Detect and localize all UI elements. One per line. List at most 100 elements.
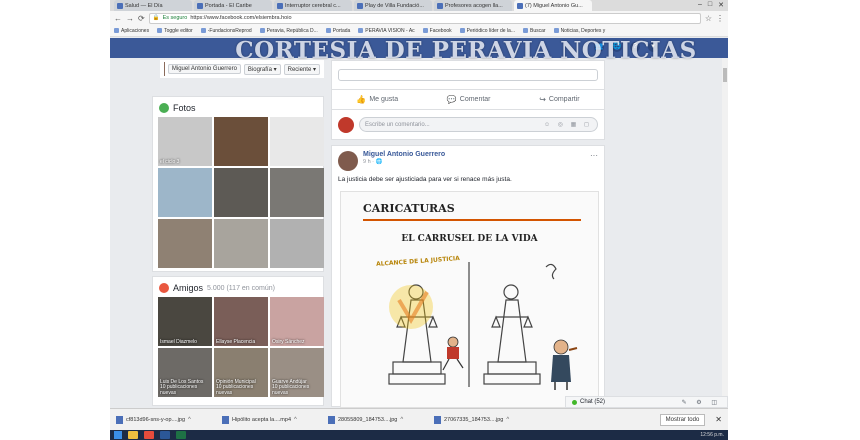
page-scrollbar[interactable] — [722, 58, 728, 408]
file-explorer-icon[interactable] — [128, 431, 138, 439]
browser-tab-active[interactable]: (7) Miguel Antonio Gu... — [514, 0, 592, 11]
facebook-icon — [422, 28, 428, 33]
window-controls: – □ ✕ — [698, 1, 724, 9]
more-options-icon[interactable]: ··· — [590, 151, 598, 160]
bookmark-item[interactable]: Peravia, República D... — [259, 28, 318, 34]
chat-label: Chat (52) — [572, 399, 605, 405]
friend-tile[interactable]: Luis De Los Santos 10 publicaciones nueva… — [158, 348, 212, 397]
bookmark-icon — [259, 28, 265, 33]
post-timestamp[interactable]: 9 h · 🌐 — [363, 159, 445, 165]
facebook-favicon-icon — [517, 2, 523, 9]
back-icon[interactable]: ← — [114, 14, 122, 23]
friends-grid: Ismael Diazmelo Ellayse Placencia Osiry … — [153, 297, 324, 397]
chevron-up-icon[interactable]: ^ — [400, 417, 403, 423]
like-button[interactable]: 👍 Me gusta — [356, 95, 398, 104]
photo-thumbnail[interactable] — [270, 117, 324, 166]
photo-thumbnail[interactable] — [214, 117, 268, 166]
friend-tile[interactable]: Opinión Municipal 10 publicaciones nuevas — [214, 348, 268, 397]
menu-icon[interactable]: ⋮ — [716, 14, 724, 23]
comment-button[interactable]: 💬 Comentar — [447, 95, 491, 104]
download-item[interactable]: cf813d96-sns-y-op....jpg ^ — [116, 415, 216, 424]
browser-tab[interactable]: Interruptor cerebral c... — [274, 0, 352, 11]
url-field[interactable]: 🔒 Es seguro https://www.facebook.com/els… — [148, 12, 701, 24]
friend-tile[interactable]: Ellayse Placencia — [214, 297, 268, 346]
comment-tools-icon[interactable]: ☺ ◎ ▦ ◻ — [544, 121, 592, 128]
photo-thumbnail[interactable] — [270, 168, 324, 217]
post-author[interactable]: Miguel Antonio Guerrero — [363, 151, 445, 158]
bookmark-item[interactable]: PERAVIA VISION - Ac — [358, 28, 415, 34]
photos-icon — [159, 103, 169, 113]
help-icon[interactable]: ? — [630, 42, 640, 52]
chevron-up-icon[interactable]: ^ — [294, 417, 297, 423]
browser-tab[interactable]: Play de Villa Fundació... — [354, 0, 432, 11]
photos-grid: el ciclo 3 — [153, 117, 324, 268]
friend-tile[interactable]: Guarve Andújar 10 publicaciones nuevas — [270, 348, 324, 397]
friend-requests-icon[interactable]: 👥 — [594, 42, 604, 52]
bookmark-item[interactable]: Noticias, Deportes y — [553, 28, 605, 34]
post-image[interactable]: CARICATURAS EL CARRUSEL DE LA VIDA ALCAN… — [340, 191, 599, 408]
bookmark-item[interactable]: Buscar — [523, 28, 546, 34]
bookmark-icon — [358, 28, 364, 33]
recent-menu[interactable]: Reciente ▾ — [283, 63, 320, 75]
avatar[interactable] — [164, 62, 165, 76]
browser-tab[interactable]: Profesores acogen lla... — [434, 0, 512, 11]
close-icon[interactable]: ✕ — [715, 415, 722, 424]
address-bar: ← → ⟳ 🔒 Es seguro https://www.facebook.c… — [110, 11, 728, 25]
browser-tab[interactable]: Salud — El Día — [114, 0, 192, 11]
bookmark-item[interactable]: Portada — [325, 28, 350, 34]
scrollbar-thumb[interactable] — [723, 68, 727, 82]
photos-card-header: Fotos — [153, 97, 323, 117]
notifications-icon[interactable]: 🌐 — [612, 42, 622, 52]
post-header: Miguel Antonio Guerrero 9 h · 🌐 ··· — [332, 146, 604, 176]
avatar[interactable] — [338, 151, 358, 171]
bookmark-item[interactable]: Facebook — [422, 28, 452, 34]
chat-bar[interactable]: Chat (52) ✎ ⚙ ◫ — [565, 396, 728, 408]
biography-menu[interactable]: Biografía ▾ — [243, 63, 281, 75]
excel-icon[interactable] — [176, 431, 186, 439]
bookmark-item[interactable]: Periódico líder de la... — [459, 28, 515, 34]
lock-icon: 🔒 — [152, 15, 160, 21]
photo-thumbnail[interactable] — [214, 219, 268, 268]
share-button[interactable]: ↪ Compartir — [539, 95, 579, 104]
download-item[interactable]: Hipólito acepta la....mp4 ^ — [222, 415, 322, 424]
photo-thumbnail[interactable] — [270, 219, 324, 268]
bookmark-item[interactable]: -FundacionsReprod — [200, 28, 252, 34]
bookmark-item[interactable]: Aplicaciones — [114, 28, 149, 34]
maximize-icon[interactable]: □ — [708, 1, 712, 9]
friends-title[interactable]: Amigos — [173, 283, 203, 293]
photos-title[interactable]: Fotos — [173, 103, 196, 113]
comment-input[interactable]: Escribe un comentario... ☺ ◎ ▦ ◻ — [359, 117, 598, 132]
bookmark-icon — [200, 28, 206, 33]
bookmark-icon — [157, 28, 163, 33]
show-all-downloads-button[interactable]: Mostrar todo — [659, 413, 706, 426]
chevron-up-icon[interactable]: ^ — [506, 417, 509, 423]
photo-thumbnail[interactable] — [214, 168, 268, 217]
forward-icon[interactable]: → — [126, 14, 134, 23]
minimize-icon[interactable]: – — [698, 1, 702, 9]
start-icon[interactable] — [114, 431, 122, 439]
post-actions-bar: 👍 Me gusta 💬 Comentar ↪ Compartir — [331, 90, 605, 110]
chrome-icon[interactable] — [144, 431, 154, 439]
friend-tile[interactable]: Ismael Diazmelo — [158, 297, 212, 346]
star-icon[interactable]: ☆ — [705, 14, 712, 23]
word-icon[interactable] — [160, 431, 170, 439]
friend-tile[interactable]: Osiry Sánchez — [270, 297, 324, 346]
chat-tools-icon[interactable]: ✎ ⚙ ◫ — [682, 399, 721, 406]
photo-thumbnail[interactable] — [158, 168, 212, 217]
file-icon — [434, 415, 441, 424]
close-window-icon[interactable]: ✕ — [718, 1, 724, 9]
photos-card: Fotos el ciclo 3 — [152, 96, 324, 272]
download-item[interactable]: 27067335_184753....jpg ^ — [434, 415, 534, 424]
download-item[interactable]: 28055809_184753....jpg ^ — [328, 415, 428, 424]
photo-thumbnail[interactable] — [158, 219, 212, 268]
account-menu-icon[interactable]: ▾ — [648, 42, 658, 52]
bookmark-icon — [459, 28, 465, 33]
browser-tab[interactable]: Portada - El Caribe — [194, 0, 272, 11]
photo-thumbnail[interactable]: el ciclo 3 — [158, 117, 212, 166]
chevron-up-icon[interactable]: ^ — [188, 417, 191, 423]
facebook-header: 👥 🌐 ? ▾ — [110, 38, 728, 58]
bookmark-item[interactable]: Toggle editor — [157, 28, 193, 34]
bookmark-icon — [523, 28, 528, 33]
reload-icon[interactable]: ⟳ — [138, 14, 145, 23]
profile-name-button[interactable]: Miguel Antonio Guerrero — [167, 64, 241, 74]
